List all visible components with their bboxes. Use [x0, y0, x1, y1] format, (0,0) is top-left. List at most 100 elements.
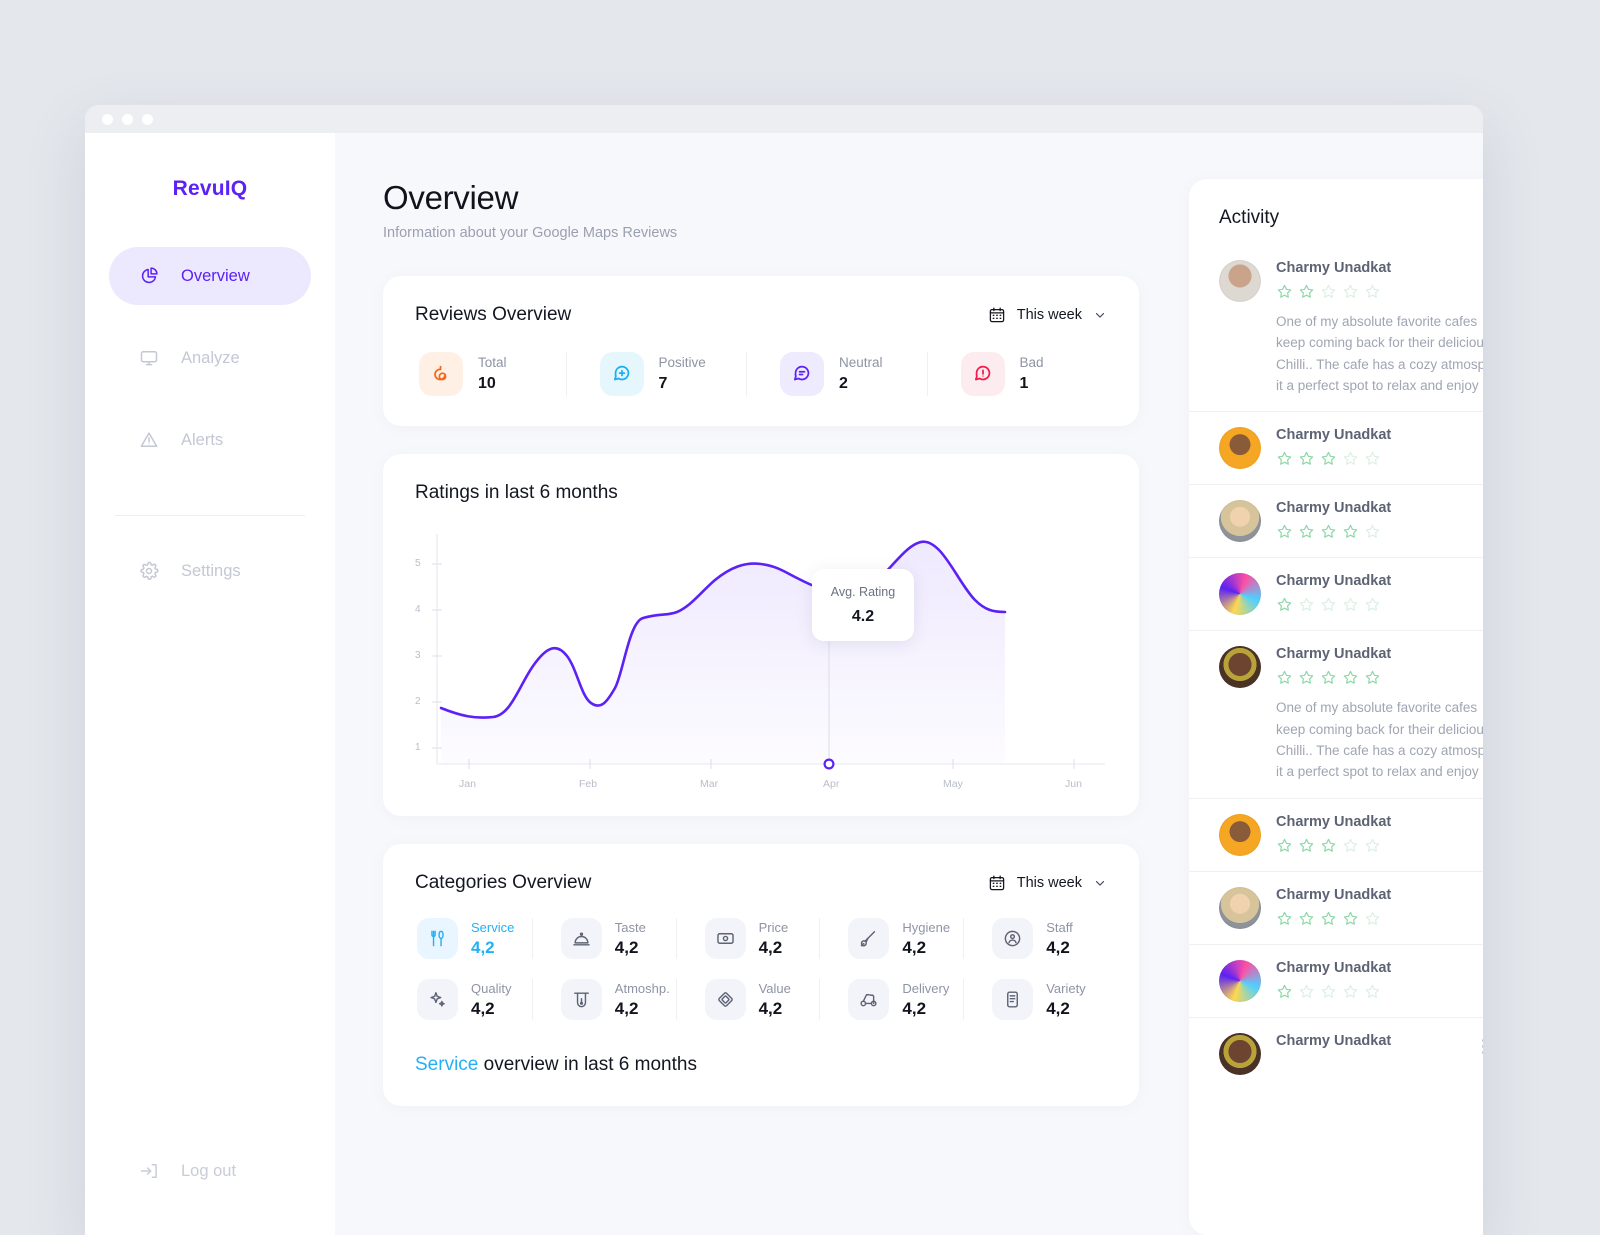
cutlery-icon	[417, 918, 458, 959]
stat-bad[interactable]: Bad 1	[926, 352, 1108, 396]
category-service[interactable]: Service 4,2	[415, 918, 532, 959]
star-icon[interactable]	[1364, 910, 1381, 927]
category-hygiene[interactable]: Hygiene 4,2	[819, 918, 963, 959]
star-icon[interactable]	[1342, 983, 1359, 1000]
activity-item[interactable]: Charmy Unadkat One of my absolute favori…	[1189, 630, 1483, 797]
category-atmosphere[interactable]: Atmoshp. 4,2	[531, 979, 676, 1020]
star-icon[interactable]	[1298, 450, 1315, 467]
ratings-chart-title: Ratings in last 6 months	[415, 482, 618, 503]
stat-neutral[interactable]: Neutral 2	[746, 352, 927, 396]
avatar	[1219, 813, 1261, 856]
activity-item[interactable]: Charmy Unadkat	[1189, 870, 1483, 944]
star-icon[interactable]	[1320, 983, 1337, 1000]
category-value[interactable]: Value 4,2	[675, 979, 820, 1020]
star-icon[interactable]	[1364, 837, 1381, 854]
category-staff[interactable]: Staff 4,2	[963, 918, 1107, 959]
star-icon[interactable]	[1276, 283, 1293, 300]
star-icon[interactable]	[1364, 596, 1381, 613]
activity-item[interactable]: Charmy Unadkat One of my absolute favori…	[1189, 245, 1483, 411]
star-rating[interactable]	[1276, 983, 1483, 1000]
activity-item[interactable]: Charmy Unadkat	[1189, 1016, 1483, 1090]
star-icon[interactable]	[1276, 523, 1293, 540]
star-icon[interactable]	[1342, 669, 1359, 686]
alert-triangle-icon	[139, 430, 159, 450]
star-icon[interactable]	[1320, 669, 1337, 686]
star-icon[interactable]	[1298, 523, 1315, 540]
activity-item[interactable]: Charmy Unadkat	[1189, 557, 1483, 630]
star-icon[interactable]	[1342, 910, 1359, 927]
star-icon[interactable]	[1276, 669, 1293, 686]
star-icon[interactable]	[1276, 910, 1293, 927]
star-rating[interactable]	[1276, 523, 1483, 540]
star-rating[interactable]	[1276, 450, 1483, 467]
star-icon[interactable]	[1276, 983, 1293, 1000]
categories-period-picker[interactable]: This week	[988, 874, 1107, 892]
star-icon[interactable]	[1276, 596, 1293, 613]
category-delivery[interactable]: Delivery 4,2	[819, 979, 963, 1020]
stat-value: 10	[478, 375, 496, 392]
activity-user-name: Charmy Unadkat	[1276, 646, 1392, 663]
star-icon[interactable]	[1320, 523, 1337, 540]
reviews-period-picker[interactable]: This week	[988, 306, 1107, 324]
star-icon[interactable]	[1364, 983, 1381, 1000]
sparkles-icon	[417, 979, 458, 1020]
star-icon[interactable]	[1342, 596, 1359, 613]
star-icon[interactable]	[1364, 523, 1381, 540]
star-icon[interactable]	[1298, 983, 1315, 1000]
star-rating[interactable]	[1276, 596, 1483, 613]
stat-positive[interactable]: Positive 7	[565, 352, 747, 396]
star-icon[interactable]	[1320, 910, 1337, 927]
star-rating[interactable]	[1276, 283, 1483, 300]
star-icon[interactable]	[1342, 450, 1359, 467]
star-icon[interactable]	[1276, 837, 1293, 854]
activity-item[interactable]: Charmy Unadkat	[1189, 411, 1483, 484]
star-icon[interactable]	[1364, 450, 1381, 467]
star-rating[interactable]	[1276, 910, 1483, 927]
calendar-icon	[988, 306, 1006, 324]
star-rating[interactable]	[1276, 837, 1483, 854]
stat-total[interactable]: Total 10	[415, 352, 566, 396]
sidebar-item-analyze[interactable]: Analyze	[109, 329, 311, 387]
star-icon[interactable]	[1298, 837, 1315, 854]
star-icon[interactable]	[1276, 450, 1293, 467]
sidebar-item-alerts[interactable]: Alerts	[109, 411, 311, 469]
window-close-dot[interactable]	[102, 113, 113, 125]
chart-tooltip-value: 4.2	[851, 607, 875, 625]
user-badge-icon	[992, 918, 1034, 959]
window-minimize-dot[interactable]	[122, 113, 133, 125]
star-icon[interactable]	[1320, 837, 1337, 854]
star-rating[interactable]	[1276, 669, 1483, 686]
y-tick-label: 1	[415, 742, 421, 753]
category-variety[interactable]: Variety 4,2	[963, 979, 1107, 1020]
category-price[interactable]: Price 4,2	[675, 918, 820, 959]
star-icon[interactable]	[1320, 450, 1337, 467]
star-icon[interactable]	[1298, 596, 1315, 613]
app-logo[interactable]: RevuIQ	[109, 177, 311, 201]
category-quality[interactable]: Quality 4,2	[415, 979, 532, 1020]
sidebar-item-settings[interactable]: Settings	[109, 542, 311, 600]
activity-item[interactable]: Charmy Unadkat	[1189, 484, 1483, 557]
message-plus-icon	[599, 352, 644, 396]
more-options-icon[interactable]	[1482, 1033, 1483, 1075]
sidebar-item-logout[interactable]: Log out	[109, 1161, 236, 1181]
star-icon[interactable]	[1298, 283, 1315, 300]
star-icon[interactable]	[1320, 596, 1337, 613]
activity-item[interactable]: Charmy Unadkat	[1189, 797, 1483, 871]
star-icon[interactable]	[1298, 669, 1315, 686]
gear-icon	[139, 561, 159, 581]
star-icon[interactable]	[1342, 837, 1359, 854]
star-icon[interactable]	[1342, 523, 1359, 540]
activity-review-line: One of my absolute favorite cafes	[1276, 314, 1478, 329]
star-icon[interactable]	[1364, 669, 1381, 686]
star-icon[interactable]	[1364, 283, 1381, 300]
window-maximize-dot[interactable]	[142, 113, 153, 125]
y-tick-label: 5	[415, 558, 421, 569]
star-icon[interactable]	[1342, 283, 1359, 300]
star-icon[interactable]	[1298, 910, 1315, 927]
category-taste[interactable]: Taste 4,2	[531, 918, 676, 959]
activity-item[interactable]: Charmy Unadkat	[1189, 943, 1483, 1017]
sidebar-item-overview[interactable]: Overview	[109, 247, 311, 305]
star-icon[interactable]	[1320, 283, 1337, 300]
chart-axis-marker	[823, 758, 835, 770]
activity-title: Activity	[1219, 207, 1280, 228]
